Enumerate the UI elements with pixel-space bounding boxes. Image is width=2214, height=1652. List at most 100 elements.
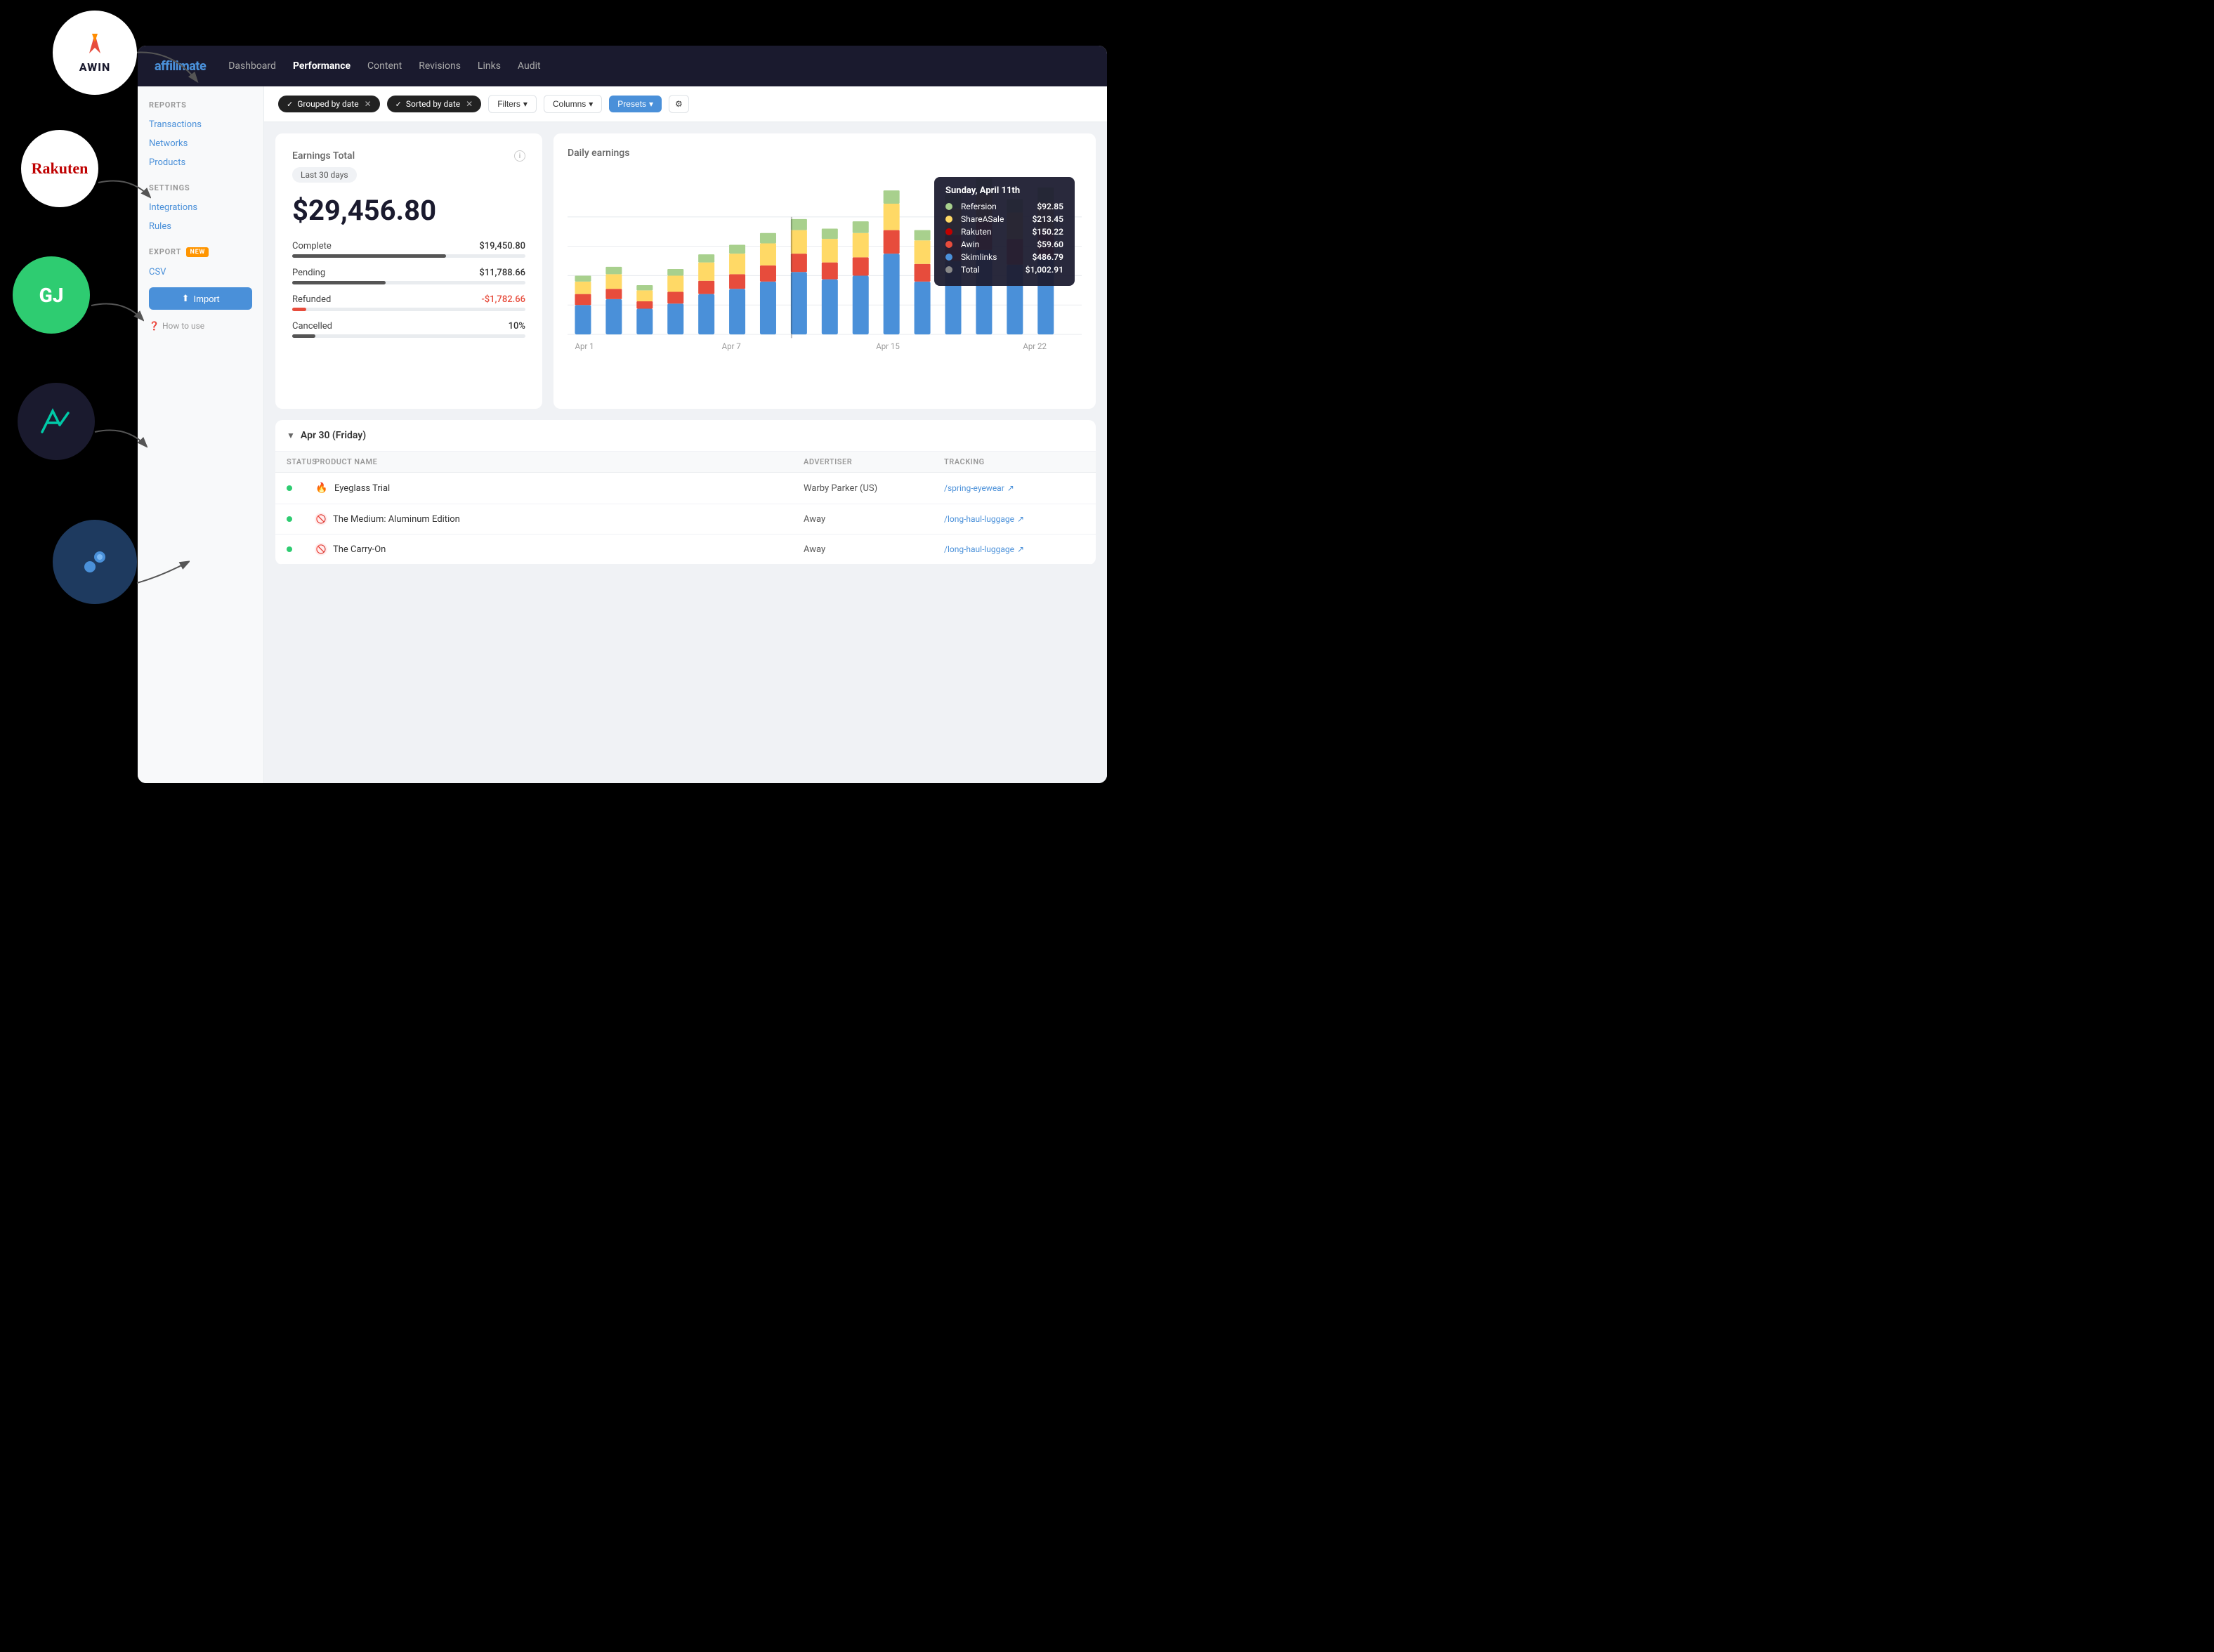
check-icon-2: ✓ <box>395 100 402 109</box>
sidebar-item-products[interactable]: Products <box>138 153 263 172</box>
tooltip-row-skimlinks: Skimlinks $486.79 <box>945 252 1063 262</box>
sidebar-item-csv[interactable]: CSV <box>138 263 263 282</box>
product-name-cell-3: 🚫 The Carry-On <box>315 543 804 556</box>
tooltip-row-refersion: Refersion $92.85 <box>945 202 1063 211</box>
presets-button[interactable]: Presets ▾ <box>609 96 662 112</box>
table-section-header[interactable]: ▼ Apr 30 (Friday) <box>275 420 1096 452</box>
nav-revisions[interactable]: Revisions <box>419 60 461 72</box>
product-icon-1: 🔥 <box>315 481 329 495</box>
check-icon: ✓ <box>287 100 293 109</box>
rakuten-arrow <box>95 169 151 204</box>
tooltip-row-awin: Awin $59.60 <box>945 240 1063 249</box>
product-icon-2: 🚫 <box>315 513 327 525</box>
sorted-by-date-chip[interactable]: ✓ Sorted by date ✕ <box>387 96 482 112</box>
rakuten-dot <box>945 228 952 235</box>
stat-pending-label: Pending <box>292 268 325 278</box>
nav-performance[interactable]: Performance <box>293 60 351 72</box>
nav-links: Dashboard Performance Content Revisions … <box>228 60 540 72</box>
skimlinks-dot <box>945 254 952 261</box>
tooltip-row-rakuten: Rakuten $150.22 <box>945 227 1063 237</box>
external-link-icon-3: ↗ <box>1017 544 1024 554</box>
stat-pending-bar <box>292 281 386 284</box>
columns-button[interactable]: Columns ▾ <box>544 95 602 113</box>
sidebar: REPORTS Transactions Networks Products S… <box>138 86 264 783</box>
nav-content[interactable]: Content <box>367 60 402 72</box>
earnings-title: Earnings Total <box>292 150 355 162</box>
awin-dot <box>945 241 952 248</box>
tooltip-val-shareasale: $213.45 <box>1032 214 1063 224</box>
content-area: ✓ Grouped by date ✕ ✓ Sorted by date ✕ F… <box>264 86 1107 783</box>
total-dot <box>945 266 952 273</box>
sidebar-item-networks[interactable]: Networks <box>138 134 263 153</box>
grouped-chip-close[interactable]: ✕ <box>365 99 372 109</box>
table-row[interactable]: 🚫 The Carry-On Away /long-haul-luggage ↗ <box>275 535 1096 565</box>
table-row[interactable]: 🔥 Eyeglass Trial Warby Parker (US) /spri… <box>275 473 1096 504</box>
question-icon: ❓ <box>149 321 159 331</box>
chart-title: Daily earnings <box>568 148 1082 159</box>
rf-arrow <box>91 418 148 453</box>
stat-cancelled-value: 10% <box>509 321 525 332</box>
cj-label: GJ <box>39 284 64 307</box>
status-dot-3 <box>287 546 292 552</box>
stat-pending-value: $11,788.66 <box>479 268 525 278</box>
sidebar-item-integrations[interactable]: Integrations <box>138 198 263 217</box>
settings-columns-icon-btn[interactable]: ⚙ <box>669 95 689 113</box>
stat-cancelled-label: Cancelled <box>292 321 332 332</box>
advertiser-1: Warby Parker (US) <box>804 483 944 494</box>
sorted-chip-close[interactable]: ✕ <box>466 99 473 109</box>
how-to-use-link[interactable]: ❓ How to use <box>138 315 263 336</box>
sidebar-item-rules[interactable]: Rules <box>138 217 263 236</box>
product-name-3: The Carry-On <box>333 544 386 555</box>
partnerize-arrow <box>133 555 190 590</box>
stat-complete-label: Complete <box>292 241 332 251</box>
nav-links-item[interactable]: Links <box>478 60 501 72</box>
tooltip-val-awin: $59.60 <box>1037 240 1063 249</box>
shareasale-dot <box>945 216 952 223</box>
external-link-icon-1: ↗ <box>1007 483 1014 493</box>
rf-logo <box>18 383 95 460</box>
tooltip-val-total: $1,002.91 <box>1026 265 1063 275</box>
status-dot-1 <box>287 485 292 491</box>
chevron-down-icon-3: ▾ <box>649 99 653 109</box>
table-row[interactable]: 🚫 The Medium: Aluminum Edition Away /lon… <box>275 504 1096 535</box>
svg-text:Apr 22: Apr 22 <box>1023 341 1047 351</box>
stat-complete: Complete $19,450.80 <box>292 241 525 258</box>
tooltip-val-refersion: $92.85 <box>1037 202 1063 211</box>
tracking-link-1[interactable]: /spring-eyewear ↗ <box>944 483 1085 493</box>
advertiser-2: Away <box>804 514 944 525</box>
sidebar-item-transactions[interactable]: Transactions <box>138 115 263 134</box>
rakuten-label: Rakuten <box>32 159 89 178</box>
filters-button[interactable]: Filters ▾ <box>488 95 537 113</box>
app-window: affilimate Dashboard Performance Content… <box>138 46 1107 783</box>
status-cell-3 <box>287 546 315 552</box>
stat-refunded: Refunded -$1,782.66 <box>292 294 525 311</box>
table-header-row: Status Product name Advertiser Tracking <box>275 452 1096 473</box>
chevron-down-icon: ▾ <box>523 99 528 109</box>
tracking-link-2[interactable]: /long-haul-luggage ↗ <box>944 514 1085 524</box>
tooltip-row-shareasale: ShareASale $213.45 <box>945 214 1063 224</box>
nav-audit[interactable]: Audit <box>518 60 541 72</box>
svg-text:Apr 1: Apr 1 <box>575 341 594 351</box>
tooltip-val-skimlinks: $486.79 <box>1032 252 1063 262</box>
tooltip-label-awin: Awin <box>961 240 1028 249</box>
partnerize-logo <box>53 520 137 604</box>
tracking-link-3[interactable]: /long-haul-luggage ↗ <box>944 544 1085 554</box>
new-badge: NEW <box>186 247 209 257</box>
awin-arrow <box>130 46 200 88</box>
earnings-card: Earnings Total i Last 30 days $29,456.80… <box>275 133 542 409</box>
export-section-title: EXPORT NEW <box>138 247 263 263</box>
import-button[interactable]: ⬆ Import <box>149 287 252 310</box>
table-section: ▼ Apr 30 (Friday) Status Product name Ad… <box>275 420 1096 565</box>
product-name-1: Eyeglass Trial <box>334 483 390 494</box>
filter-bar: ✓ Grouped by date ✕ ✓ Sorted by date ✕ F… <box>264 86 1107 122</box>
refersion-dot <box>945 203 952 210</box>
svg-text:Apr 7: Apr 7 <box>722 341 741 351</box>
stat-cancelled: Cancelled 10% <box>292 321 525 338</box>
info-icon[interactable]: i <box>514 150 525 162</box>
nav-dashboard[interactable]: Dashboard <box>228 60 276 72</box>
chart-tooltip: Sunday, April 11th Refersion $92.85 Shar… <box>934 177 1075 286</box>
chart-area: Apr 1 Apr 7 Apr 15 Apr 22 Sunday, April … <box>568 170 1082 395</box>
col-product-name: Product name <box>315 457 804 466</box>
tooltip-row-total: Total $1,002.91 <box>945 265 1063 275</box>
grouped-by-date-chip[interactable]: ✓ Grouped by date ✕ <box>278 96 380 112</box>
